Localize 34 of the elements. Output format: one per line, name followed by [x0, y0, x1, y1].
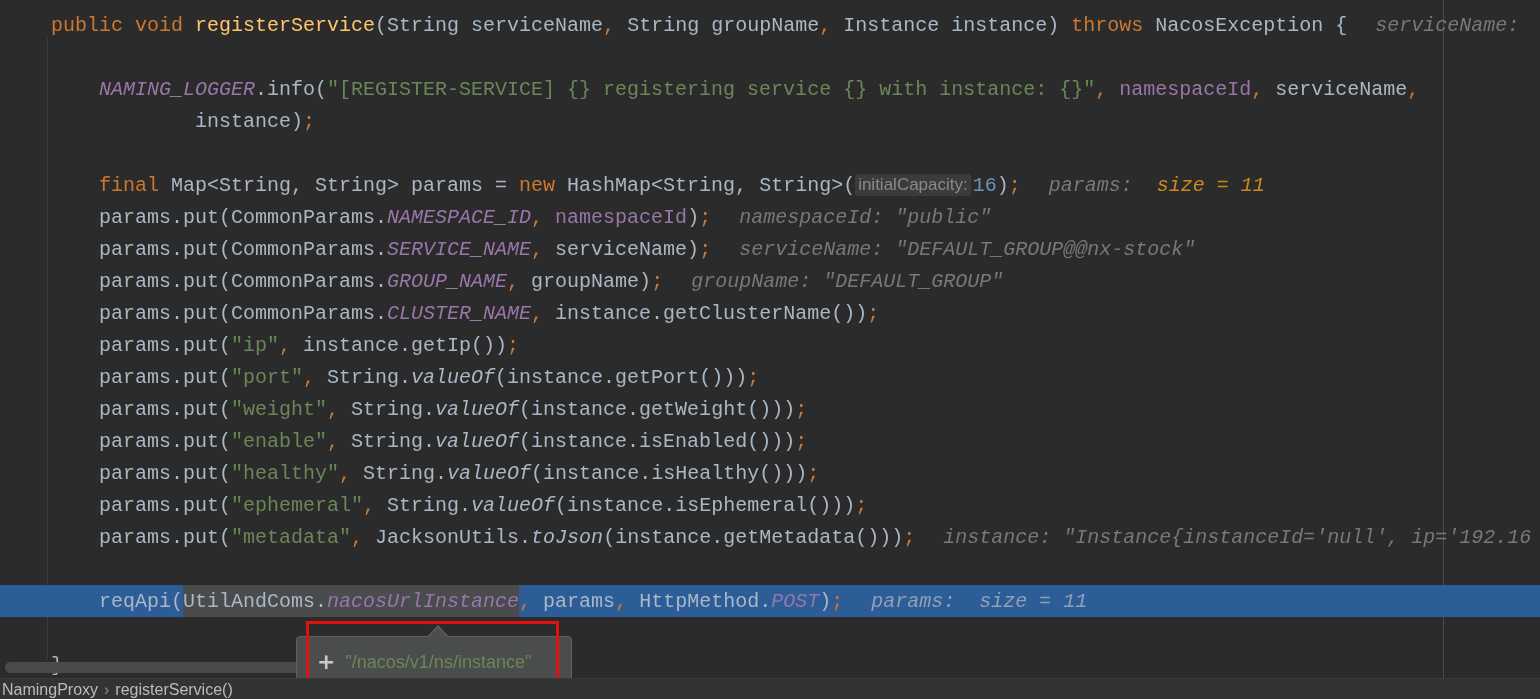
- parameter-hint: initialCapacity:: [855, 174, 971, 196]
- code-line: NAMING_LOGGER.info("[REGISTER-SERVICE] {} registering service {} with instance: {}", namespaceId, serviceName,: [99, 77, 1420, 101]
- separator-icon: ›: [104, 680, 110, 699]
- debug-value: serviceName: "DEFAULT_GROUP@@nx-stock": [739, 237, 1196, 261]
- breadcrumb-item[interactable]: registerService(): [115, 680, 233, 699]
- debug-value: size = 11: [979, 589, 1088, 613]
- debug-value: params:: [1048, 173, 1133, 197]
- code-line: params.put(CommonParams.GROUP_NAME, groupName);: [99, 269, 664, 293]
- code-line: params.put(CommonParams.SERVICE_NAME, serviceName);: [99, 237, 712, 261]
- code-line: reqApi(: [99, 589, 183, 613]
- code-line: params.put("metadata", JacksonUtils.toJson(instance.getMetadata()));: [99, 525, 916, 549]
- code-line: params.put("ip", instance.getIp());: [99, 333, 520, 357]
- debug-value: size = 11: [1156, 173, 1265, 197]
- code-line: params.put("port", String.valueOf(instance.getPort()));: [99, 365, 760, 389]
- breadcrumb-item[interactable]: NamingProxy: [2, 680, 99, 699]
- code-line: params.put("enable", String.valueOf(instance.isEnabled()));: [99, 429, 808, 453]
- code-line: params.put(CommonParams.NAMESPACE_ID, namespaceId);: [99, 205, 712, 229]
- code-line: instance);: [195, 109, 316, 133]
- code-line: 16);: [972, 173, 1021, 197]
- evaluated-expression: UtilAndComs.nacosUrlInstance: [183, 585, 520, 617]
- debug-value: namespaceId: "public": [739, 205, 992, 229]
- code-line: params.put(CommonParams.CLUSTER_NAME, instance.getClusterName());: [99, 301, 880, 325]
- code-line: , params, HttpMethod.POST);: [519, 589, 844, 613]
- code-line: params.put("weight", String.valueOf(instance.getWeight()));: [99, 397, 808, 421]
- debug-value: instance: "Instance{instanceId='null', ip='192.16: [943, 525, 1532, 549]
- code-line: final Map<String, String> params = new HashMap<String, String>(: [99, 173, 856, 197]
- code-line: params.put("healthy", String.valueOf(instance.isHealthy()));: [99, 461, 820, 485]
- code-line: params.put("ephemeral", String.valueOf(instance.isEphemeral()));: [99, 493, 868, 517]
- value-text: "/nacos/v1/ns/instance": [345, 651, 532, 673]
- debug-value: groupName: "DEFAULT_GROUP": [691, 269, 1004, 293]
- debug-value: params:: [871, 589, 956, 613]
- code-line: public void registerService(String serviceName, String groupName, Instance instance) throws NacosException {: [51, 13, 1348, 37]
- debug-value: serviceName:: [1375, 13, 1520, 37]
- expand-icon[interactable]: +: [317, 651, 336, 673]
